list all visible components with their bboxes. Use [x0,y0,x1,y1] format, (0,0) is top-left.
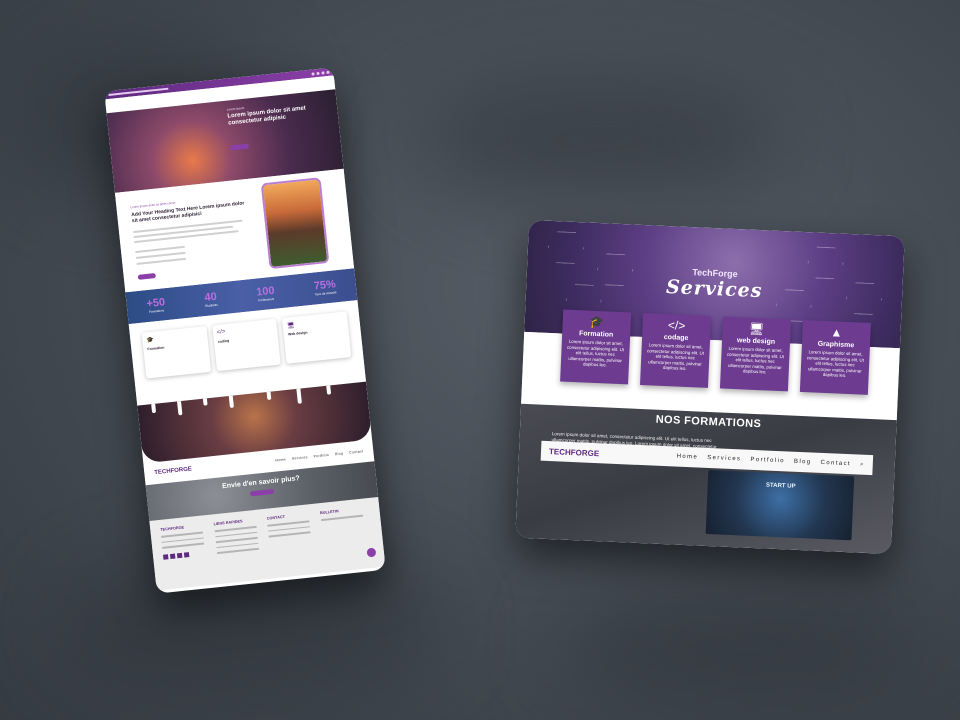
phone-hero-kicker: Lorem Ipsum [226,105,245,112]
stat-item: 75% Taux de réussite [313,278,337,297]
stat-item: +50 Formations [145,296,166,314]
phone-mockup: Lorem Ipsum Lorem ipsum dolor sit amet c… [104,67,386,594]
nav-services[interactable]: Services [707,454,741,462]
nav-home[interactable]: Home [275,457,286,462]
phone-card-formation[interactable]: 🎓 Formation [141,326,211,379]
social-icons [162,549,213,560]
phone-house-image [260,177,330,270]
graduation-cap-icon: 🎓 [588,314,605,330]
monitor-icon: 🖥 [286,322,296,330]
code-icon: </> [667,318,686,333]
phone-about-button[interactable] [137,273,157,280]
startup-label: START UP [765,482,796,490]
linkedin-icon[interactable] [176,552,183,558]
tablet-card-codage[interactable]: </> codage Lorem ipsum dolor sit amet, c… [640,313,712,388]
nav-blog[interactable]: Blog [335,451,344,456]
twitter-icon[interactable] [169,553,176,559]
nav-blog[interactable]: Blog [794,458,812,466]
graduation-cap-icon: 🎓 [146,337,155,345]
phone-card-webdesign[interactable]: 🖥 Web design [282,311,352,364]
tablet-formations-section: NOS FORMATIONS Lorem ipsum dolor sit ame… [515,403,897,555]
nav-home[interactable]: Home [676,453,699,461]
tablet-card-formation[interactable]: 🎓 Formation Lorem ipsum dolor sit amet, … [560,309,632,385]
tablet-mockup: TechForge Services 🎓 Formation Lorem ips… [515,219,905,555]
triangle-logo-icon: ▲ [830,325,843,340]
stat-item: 40 Etudiants [203,290,218,309]
monitor-icon: 🖥 [748,321,765,337]
phone-hero-button[interactable] [230,143,250,151]
nav-portfolio[interactable]: Portfolio [313,453,329,459]
tablet-logo[interactable]: TECHFORGE [549,447,600,458]
facebook-icon[interactable] [162,553,169,560]
phone-logo[interactable]: TECHFORGE [154,466,192,476]
startup-image: START UP [705,470,855,541]
code-icon: </> [216,329,226,336]
tablet-card-webdesign[interactable]: 🖥 web design Lorem ipsum dolor sit amet,… [719,316,792,392]
instagram-icon[interactable] [183,551,190,558]
tablet-card-graphisme[interactable]: ▲ Graphisme Lorem ipsum dolor sit amet, … [799,319,871,395]
nav-portfolio[interactable]: Portfolio [750,456,785,465]
nav-contact[interactable]: Contact [349,449,364,454]
phone-cta-button[interactable] [249,488,275,497]
search-icon[interactable]: ⌕ [860,461,865,468]
stat-item: 100 Professeurs [255,284,276,303]
phone-card-coding[interactable]: </> coding [211,318,282,372]
nav-contact[interactable]: Contact [820,459,851,467]
nav-services[interactable]: Services [292,455,308,461]
